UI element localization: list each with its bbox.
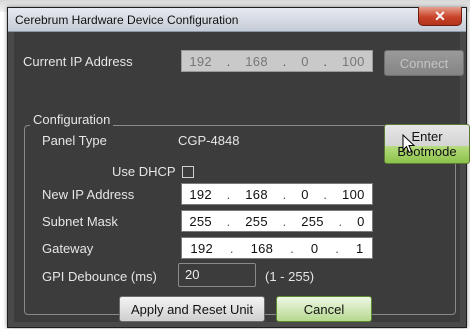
dialog-body: Current IP Address 192. 168. 0. 100 Conn… (14, 32, 470, 322)
mouse-pointer-icon (402, 134, 416, 154)
subnet-octet-3: 255 (301, 213, 324, 229)
close-icon: ✕ (434, 7, 446, 24)
window-title: Cerebrum Hardware Device Configuration (15, 13, 239, 27)
title-bar[interactable]: Cerebrum Hardware Device Configuration ✕ (8, 7, 466, 32)
new-ip-octet-3: 0 (301, 186, 309, 202)
new-ip-label: New IP Address (42, 187, 135, 202)
subnet-octet-4: 0 (357, 213, 365, 229)
current-ip-octet-2: 168 (245, 53, 268, 69)
gpi-debounce-range: (1 - 255) (265, 269, 315, 284)
panel-type-value: CGP-4848 (178, 133, 240, 148)
current-ip-octet-1: 192 (189, 53, 212, 69)
new-ip-octet-1: 192 (189, 186, 212, 202)
cancel-button[interactable]: Cancel (276, 296, 372, 322)
gpi-debounce-input[interactable]: 20 (178, 263, 256, 287)
current-ip-field: 192. 168. 0. 100 (181, 50, 373, 72)
new-ip-octet-2: 168 (245, 186, 268, 202)
apply-and-reset-button[interactable]: Apply and Reset Unit (119, 296, 265, 322)
gateway-octet-4: 1 (355, 240, 364, 256)
current-ip-octet-3: 0 (301, 53, 309, 69)
gateway-label: Gateway (42, 241, 94, 256)
current-ip-octet-4: 100 (342, 53, 365, 69)
current-ip-label: Current IP Address (23, 54, 133, 69)
subnet-octet-1: 255 (189, 213, 212, 229)
configuration-group-title: Configuration (30, 112, 114, 127)
new-ip-octet-4: 100 (342, 186, 365, 202)
gateway-field[interactable]: 192. 168. 0. 1 (181, 237, 373, 259)
close-button[interactable]: ✕ (418, 7, 462, 26)
gpi-debounce-label: GPI Debounce (ms) (42, 269, 157, 284)
config-dialog: Cerebrum Hardware Device Configuration ✕… (7, 7, 470, 328)
enter-bootmode-line1: Enter (411, 129, 443, 144)
subnet-octet-2: 255 (245, 213, 268, 229)
enter-bootmode-button[interactable]: Enter Bootmode (384, 124, 470, 164)
gateway-octet-3: 0 (310, 240, 319, 256)
new-ip-field[interactable]: 192. 168. 0. 100 (181, 183, 373, 205)
panel-type-label: Panel Type (42, 133, 107, 148)
use-dhcp-label: Use DHCP (112, 164, 176, 179)
subnet-mask-label: Subnet Mask (42, 214, 118, 229)
use-dhcp-checkbox[interactable] (182, 166, 194, 178)
connect-button[interactable]: Connect (384, 50, 464, 76)
gateway-octet-2: 168 (250, 240, 274, 256)
subnet-mask-field[interactable]: 255. 255. 255. 0 (181, 210, 373, 232)
gateway-octet-1: 192 (190, 240, 214, 256)
